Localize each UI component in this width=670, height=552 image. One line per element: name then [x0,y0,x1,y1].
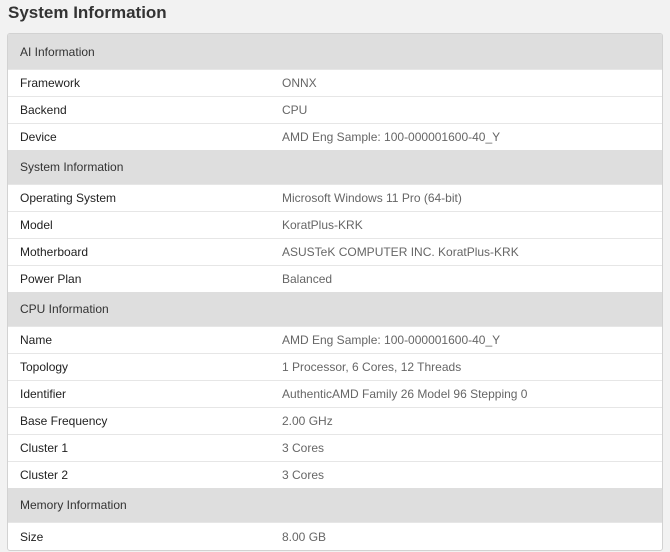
table-row: Model KoratPlus-KRK [8,211,662,238]
row-label: Name [20,333,53,347]
table-row: Cluster 1 3 Cores [8,434,662,461]
row-value: Microsoft Windows 11 Pro (64-bit) [282,191,462,205]
table-row: Cluster 2 3 Cores [8,461,662,488]
row-label: Identifier [20,387,67,401]
row-value: KoratPlus-KRK [282,218,363,232]
table-row: Device AMD Eng Sample: 100-000001600-40_… [8,123,662,150]
row-value: 3 Cores [282,468,325,482]
row-label: Operating System [20,191,117,205]
row-value: AuthenticAMD Family 26 Model 96 Stepping… [282,387,528,401]
row-value: AMD Eng Sample: 100-000001600-40_Y [282,130,501,144]
row-label: Backend [20,103,67,117]
table-row: Power Plan Balanced [8,265,662,292]
row-value: Balanced [282,272,333,286]
row-value: 1 Processor, 6 Cores, 12 Threads [282,360,462,374]
system-information-page: System Information AI Information Framew… [0,0,670,552]
system-info-table: AI Information Framework ONNX Backend CP… [7,33,663,551]
row-label: Power Plan [20,272,82,286]
row-label: Device [20,130,57,144]
row-label: Motherboard [20,245,89,259]
row-value: 3 Cores [282,441,325,455]
table-row: Topology 1 Processor, 6 Cores, 12 Thread… [8,353,662,380]
table-row: Base Frequency 2.00 GHz [8,407,662,434]
table-row: Backend CPU [8,96,662,123]
row-label: Framework [20,76,81,90]
row-label: Cluster 2 [20,468,69,482]
table-row: Operating System Microsoft Windows 11 Pr… [8,184,662,211]
row-label: Size [20,529,44,544]
row-label: Topology [20,360,69,374]
table-row: Name AMD Eng Sample: 100-000001600-40_Y [8,326,662,353]
row-value: 2.00 GHz [282,414,333,428]
row-label: Model [20,218,53,232]
row-value: AMD Eng Sample: 100-000001600-40_Y [282,333,501,347]
table-row: Identifier AuthenticAMD Family 26 Model … [8,380,662,407]
row-label: Base Frequency [20,414,108,428]
row-value: CPU [282,103,308,117]
section-header-memory-information: Memory Information [8,488,662,522]
row-value: ASUSTeK COMPUTER INC. KoratPlus-KRK [282,245,519,259]
row-label: Cluster 1 [20,441,69,455]
table-row: Motherboard ASUSTeK COMPUTER INC. KoratP… [8,238,662,265]
row-value: ONNX [282,76,317,90]
row-value: 8.00 GB [282,529,327,544]
page-title: System Information [8,3,167,22]
section-header-cpu-information: CPU Information [8,292,662,326]
section-header-system-information: System Information [8,150,662,184]
table-row: Size 8.00 GB [8,522,662,550]
section-header-ai-information: AI Information [8,34,662,69]
table-row: Framework ONNX [8,69,662,96]
